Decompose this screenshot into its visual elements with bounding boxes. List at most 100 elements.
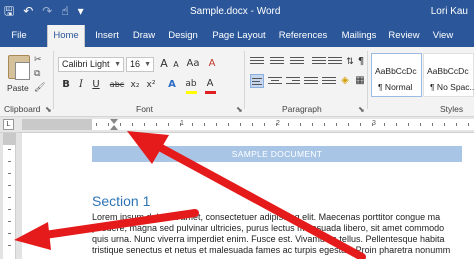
- body-paragraph: Lorem ipsum dolor sit amet, consectetuer…: [92, 212, 474, 256]
- highlight-color-bar: [186, 91, 197, 94]
- copy-icon[interactable]: ⧉: [34, 69, 40, 79]
- first-line-indent-marker[interactable]: [110, 119, 118, 124]
- font-color-bar: [205, 91, 216, 94]
- undo-icon[interactable]: ↶: [23, 4, 33, 18]
- customize-icon[interactable]: ▾: [78, 4, 84, 18]
- document-page[interactable]: SAMPLE DOCUMENT Section 1 Lorem ipsum do…: [22, 133, 474, 259]
- redo-icon[interactable]: ↷: [42, 4, 52, 18]
- ruler-tick: [8, 233, 11, 234]
- clear-formatting-icon[interactable]: A: [205, 57, 219, 71]
- ruler-tick: [228, 123, 229, 126]
- tab-page-layout[interactable]: Page Layout: [208, 25, 270, 47]
- document-area: SAMPLE DOCUMENT Section 1 Lorem ipsum do…: [0, 133, 474, 259]
- horizontal-ruler[interactable]: 1 2 3: [22, 119, 474, 130]
- chevron-down-icon[interactable]: ▼: [144, 58, 151, 71]
- ruler-tick: [372, 123, 373, 126]
- style-sample: AaBbCcDc: [375, 66, 417, 76]
- tab-selector-button[interactable]: L: [3, 119, 14, 130]
- chevron-down-icon[interactable]: ▼: [114, 58, 121, 71]
- font-color-button[interactable]: A: [204, 77, 216, 91]
- ruler-tick: [8, 173, 11, 174]
- superscript-button[interactable]: x²: [144, 78, 158, 92]
- ruler-tick: [96, 123, 97, 126]
- bullets-icon[interactable]: [250, 55, 264, 67]
- tab-insert[interactable]: Insert: [91, 25, 123, 47]
- font-name-box[interactable]: Calibri Light ▼: [58, 57, 124, 72]
- ribbon-tabs: File Home Insert Draw Design Page Layout…: [0, 25, 474, 47]
- style-normal[interactable]: AaBbCcDc ¶ Normal: [371, 53, 422, 97]
- save-icon[interactable]: 🖫: [4, 4, 14, 18]
- format-painter-icon[interactable]: 🖌: [34, 83, 45, 93]
- ruler-tick: [168, 123, 169, 126]
- ruler-tick: [456, 123, 457, 126]
- borders-icon[interactable]: ▦: [354, 74, 366, 88]
- subscript-button[interactable]: x₂: [128, 78, 142, 92]
- change-case-button[interactable]: Aa: [185, 57, 201, 71]
- tab-view[interactable]: View: [428, 25, 458, 47]
- shrink-font-button[interactable]: A: [171, 58, 181, 72]
- grow-font-button[interactable]: A: [158, 57, 170, 71]
- style-sample: AaBbCcDc: [427, 66, 469, 76]
- ruler-tick: [312, 123, 313, 126]
- ruler-tick: [264, 123, 265, 126]
- tab-references[interactable]: References: [276, 25, 330, 47]
- tab-draw[interactable]: Draw: [130, 25, 158, 47]
- line-spacing-icon[interactable]: [322, 75, 336, 87]
- text-effects-button[interactable]: A: [166, 78, 178, 92]
- ruler-tick: [8, 149, 11, 150]
- tab-home[interactable]: Home: [47, 25, 85, 47]
- ruler-top-margin: [3, 133, 16, 145]
- ruler-tick: [360, 123, 361, 126]
- align-left-icon[interactable]: [250, 74, 264, 88]
- shading-icon[interactable]: ◈: [338, 74, 352, 88]
- ruler-tick: [8, 245, 11, 246]
- bold-button[interactable]: B: [60, 78, 72, 92]
- decrease-indent-icon[interactable]: [312, 55, 326, 67]
- align-center-icon[interactable]: [268, 75, 282, 87]
- user-name[interactable]: Lori Kau: [431, 6, 468, 17]
- ruler-tick: [432, 123, 433, 126]
- style-no-spacing[interactable]: AaBbCcDc ¶ No Spac...: [423, 53, 474, 97]
- strikethrough-button[interactable]: abc: [108, 78, 126, 92]
- ruler-tick: [132, 123, 133, 126]
- sort-icon[interactable]: ⇅: [344, 55, 356, 69]
- paste-button[interactable]: Paste: [7, 83, 29, 93]
- ruler-tick: [120, 123, 121, 126]
- tab-file[interactable]: File: [6, 25, 32, 47]
- font-size-box[interactable]: 16 ▼: [126, 57, 154, 72]
- paste-icon[interactable]: [8, 55, 30, 80]
- ruler-tick: [252, 123, 253, 126]
- multilevel-list-icon[interactable]: [290, 55, 304, 67]
- increase-indent-icon[interactable]: [328, 55, 342, 67]
- ruler-tick: [288, 123, 289, 126]
- italic-button[interactable]: I: [76, 78, 86, 92]
- body-line: posuere, magna sed pulvinar ultricies, p…: [92, 223, 445, 233]
- touch-mode-icon[interactable]: ☝: [61, 4, 68, 18]
- ruler-tick: [396, 123, 397, 126]
- font-launcher-icon[interactable]: ⬊: [236, 105, 243, 114]
- body-line: tristique senectus et netus et malesuada…: [92, 245, 451, 255]
- paragraph-launcher-icon[interactable]: ⬊: [358, 105, 365, 114]
- tab-mailings[interactable]: Mailings: [336, 25, 382, 47]
- vertical-ruler[interactable]: [3, 133, 16, 259]
- ribbon: Paste ✂ ⧉ 🖌 Clipboard ⬊ Calibri Light ▼ …: [0, 47, 474, 117]
- body-line: Lorem ipsum dolor sit amet, consectetuer…: [92, 212, 441, 222]
- section-heading: Section 1: [92, 193, 151, 209]
- align-right-icon[interactable]: [286, 75, 300, 87]
- cut-icon[interactable]: ✂: [34, 55, 42, 65]
- justify-icon[interactable]: [304, 75, 318, 87]
- ruler-tick: [384, 123, 385, 126]
- body-line: quis urna. Nunc viverra imperdiet enim. …: [92, 234, 445, 244]
- hanging-indent-marker[interactable]: [110, 125, 118, 130]
- ruler-tick: [8, 197, 11, 198]
- show-marks-icon[interactable]: ¶: [356, 55, 366, 69]
- tab-review[interactable]: Review: [386, 25, 422, 47]
- ruler-tick: [8, 161, 11, 162]
- tab-design[interactable]: Design: [165, 25, 201, 47]
- ruler-tick: [204, 123, 205, 126]
- highlight-button[interactable]: ab: [184, 77, 198, 91]
- ruler-tick: [240, 123, 241, 126]
- underline-button[interactable]: U: [90, 78, 102, 92]
- clipboard-launcher-icon[interactable]: ⬊: [45, 105, 52, 114]
- numbering-icon[interactable]: [270, 55, 284, 67]
